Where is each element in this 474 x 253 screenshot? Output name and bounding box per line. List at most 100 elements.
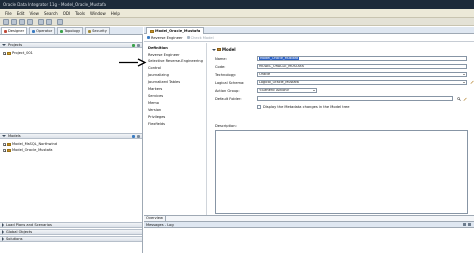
- tab-designer-label: Designer: [8, 29, 25, 33]
- technology-label: Technology:: [215, 73, 237, 77]
- projects-menu-icon[interactable]: [137, 44, 140, 47]
- nav-item-journalizing[interactable]: Journalizing: [148, 73, 169, 77]
- new-model-icon[interactable]: [132, 135, 135, 138]
- expand-icon[interactable]: +: [3, 148, 7, 152]
- forward-icon[interactable]: [46, 19, 52, 25]
- back-icon[interactable]: [38, 19, 44, 25]
- nav-item-definition[interactable]: Definition: [148, 46, 168, 50]
- menu-odi[interactable]: ODI: [63, 11, 70, 16]
- load-plans-header[interactable]: Load Plans and Scenarios: [0, 222, 142, 228]
- menu-file[interactable]: File: [5, 11, 12, 16]
- window-title: Oracle Data Integrator 11g - Model_Oracl…: [3, 2, 107, 7]
- tree-item-model[interactable]: + Model_MsSQL_Northwind: [3, 142, 57, 146]
- security-icon: [88, 29, 92, 33]
- edit-icon[interactable]: [463, 97, 467, 101]
- designer-icon: [4, 29, 7, 33]
- description-textarea[interactable]: [215, 130, 468, 214]
- section-title: Model: [222, 47, 236, 52]
- reverse-engineer-button[interactable]: Reverse Engineer: [147, 36, 183, 40]
- name-field[interactable]: Model_Oracle_Mustafa: [257, 56, 467, 61]
- nav-item-version[interactable]: Version: [148, 108, 161, 112]
- menu-help[interactable]: Help: [111, 11, 120, 16]
- tree-item-model[interactable]: + Model_Oracle_Mustafa: [3, 148, 52, 152]
- menu-bar: File Edit View Search ODI Tools Window H…: [0, 9, 474, 18]
- save-all-icon[interactable]: [27, 19, 33, 25]
- action-group-select[interactable]: <Generic Action>: [257, 88, 317, 93]
- window-title-bar: Oracle Data Integrator 11g - Model_Oracl…: [0, 0, 474, 9]
- display-metadata-label: Display the Metadata changes in the Mode…: [263, 105, 350, 109]
- default-folder-label: Default Folder:: [215, 97, 242, 101]
- run-icon[interactable]: [57, 19, 63, 25]
- nav-item-selective-reverse[interactable]: Selective Reverse-Engineering: [148, 59, 203, 63]
- expand-icon[interactable]: [2, 237, 4, 241]
- tree-item-project[interactable]: + Project_001: [3, 51, 33, 55]
- menu-tools[interactable]: Tools: [75, 11, 85, 16]
- default-folder-field[interactable]: [257, 96, 453, 101]
- nav-item-services[interactable]: Services: [148, 94, 163, 98]
- global-objects-header[interactable]: Global Objects: [0, 229, 142, 235]
- description-label: Description:: [215, 124, 237, 128]
- model-icon: [150, 29, 154, 33]
- nav-item-flexfields[interactable]: Flexfields: [148, 122, 165, 126]
- name-value: Model_Oracle_Mustafa: [259, 56, 300, 60]
- nav-item-markers[interactable]: Markers: [148, 87, 162, 91]
- new-project-icon[interactable]: [132, 44, 135, 47]
- open-icon[interactable]: [11, 19, 17, 25]
- expand-icon[interactable]: +: [3, 142, 7, 146]
- save-icon[interactable]: [19, 19, 25, 25]
- collapse-icon[interactable]: [2, 44, 6, 46]
- model-label: Model_Oracle_Mustafa: [12, 148, 53, 152]
- collapse-icon[interactable]: [212, 48, 216, 51]
- nav-item-control[interactable]: Control: [148, 66, 161, 70]
- models-menu-icon[interactable]: [137, 135, 140, 138]
- menu-search[interactable]: Search: [44, 11, 58, 16]
- nav-item-memo[interactable]: Memo: [148, 101, 159, 105]
- model-icon: [217, 48, 221, 51]
- project-icon: [7, 51, 11, 55]
- nav-item-reverse-engineer[interactable]: Reverse Engineer: [148, 53, 180, 57]
- tab-topology[interactable]: Topology: [57, 27, 84, 34]
- code-field[interactable]: MODEL_ORACLE_MUSTAFA: [257, 64, 467, 69]
- project-label: Project_001: [12, 51, 33, 55]
- check-model-button[interactable]: Check Model: [186, 36, 214, 40]
- editor-tab-label: Model_Oracle_Mustafa: [155, 29, 201, 33]
- tab-operator[interactable]: Operator: [29, 27, 56, 34]
- model-icon: [7, 142, 11, 146]
- tab-security-label: Security: [92, 29, 107, 33]
- search-icon[interactable]: [457, 97, 461, 101]
- technology-select[interactable]: Oracle: [257, 72, 467, 77]
- edit-icon[interactable]: [470, 80, 474, 84]
- main-toolbar: [0, 18, 474, 26]
- model-section-header: Model: [212, 47, 236, 52]
- tab-operator-label: Operator: [36, 29, 53, 33]
- tab-security[interactable]: Security: [85, 27, 110, 34]
- logical-schema-select[interactable]: Logical_Oracle_Mustafa: [257, 80, 467, 85]
- global-objects-title: Global Objects: [6, 230, 33, 234]
- model-label: Model_MsSQL_Northwind: [12, 142, 58, 146]
- expand-icon[interactable]: [2, 223, 4, 227]
- tab-topology-label: Topology: [64, 29, 81, 33]
- solutions-header[interactable]: Solutions: [0, 236, 142, 242]
- tab-designer[interactable]: Designer: [1, 27, 28, 34]
- messages-title: Messages - Log: [146, 223, 174, 227]
- close-icon[interactable]: [468, 223, 471, 226]
- chevron-down-icon: [463, 82, 465, 83]
- check-model-icon: [186, 36, 190, 39]
- new-icon[interactable]: [3, 19, 9, 25]
- display-metadata-checkbox[interactable]: [257, 105, 261, 109]
- editor-tab[interactable]: Model_Oracle_Mustafa: [146, 27, 205, 34]
- chevron-down-icon: [313, 90, 315, 91]
- menu-view[interactable]: View: [29, 11, 39, 16]
- nav-item-privileges[interactable]: Privileges: [148, 115, 165, 119]
- expand-icon[interactable]: [2, 230, 4, 234]
- menu-window[interactable]: Window: [90, 11, 106, 16]
- menu-edit[interactable]: Edit: [17, 11, 25, 16]
- projects-header[interactable]: Projects: [0, 42, 142, 48]
- code-label: Code:: [215, 65, 226, 69]
- nav-item-journalized-tables[interactable]: Journalized Tables: [148, 80, 180, 84]
- navigator-tabs: Designer Operator Topology Security: [0, 27, 143, 35]
- minimize-icon[interactable]: [463, 223, 466, 226]
- collapse-icon[interactable]: [2, 135, 6, 137]
- models-header[interactable]: Models: [0, 133, 142, 139]
- expand-icon[interactable]: +: [3, 51, 7, 55]
